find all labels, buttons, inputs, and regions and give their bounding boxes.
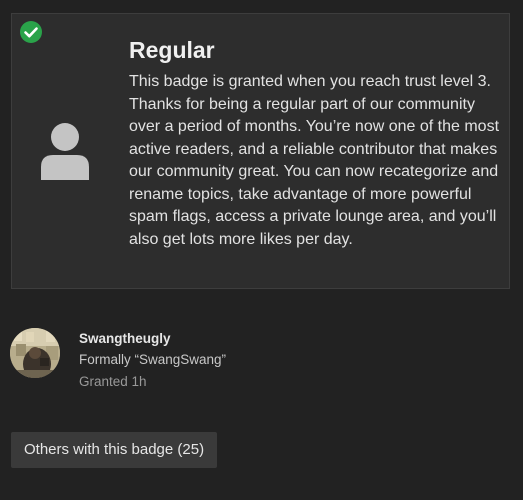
- check-circle-icon: [20, 21, 42, 43]
- badge-title: Regular: [129, 37, 215, 63]
- avatar[interactable]: [10, 328, 60, 378]
- user-icon: [41, 123, 89, 180]
- user-formal-name: Formally “SwangSwang”: [79, 352, 227, 367]
- badge-card: Regular This badge is granted when you r…: [11, 13, 510, 289]
- badge-description: This badge is granted when you reach tru…: [129, 73, 500, 248]
- badge-grantee: Swangtheugly Formally “SwangSwang” Grant…: [10, 327, 410, 391]
- username-link[interactable]: Swangtheugly: [79, 331, 171, 346]
- others-with-badge-button[interactable]: Others with this badge (25): [11, 432, 218, 468]
- granted-time[interactable]: Granted 1h: [79, 374, 147, 389]
- avatar-image: [10, 328, 60, 378]
